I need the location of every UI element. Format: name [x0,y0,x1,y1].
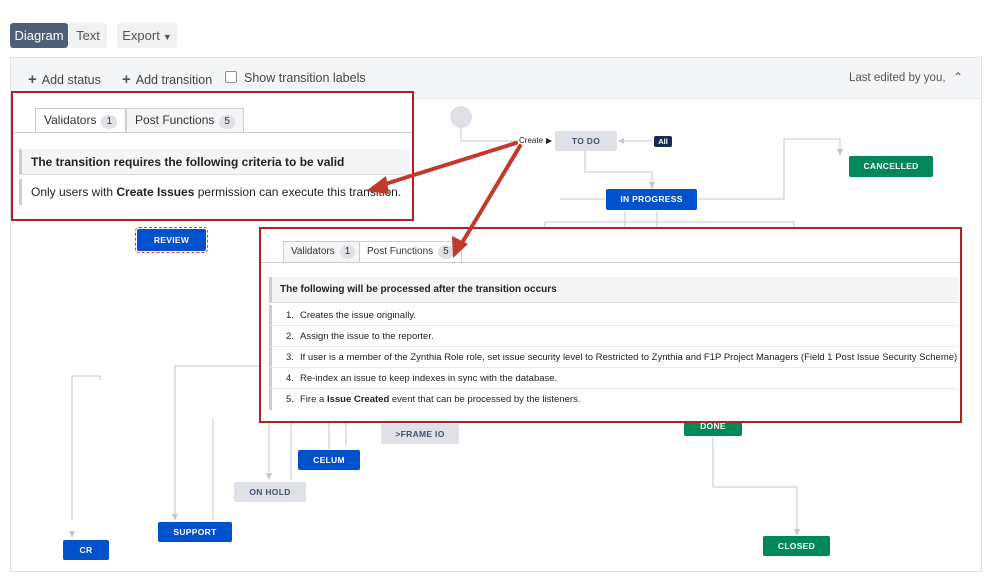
arrow-head-icon [366,176,389,194]
annotation-arrows [366,141,522,258]
